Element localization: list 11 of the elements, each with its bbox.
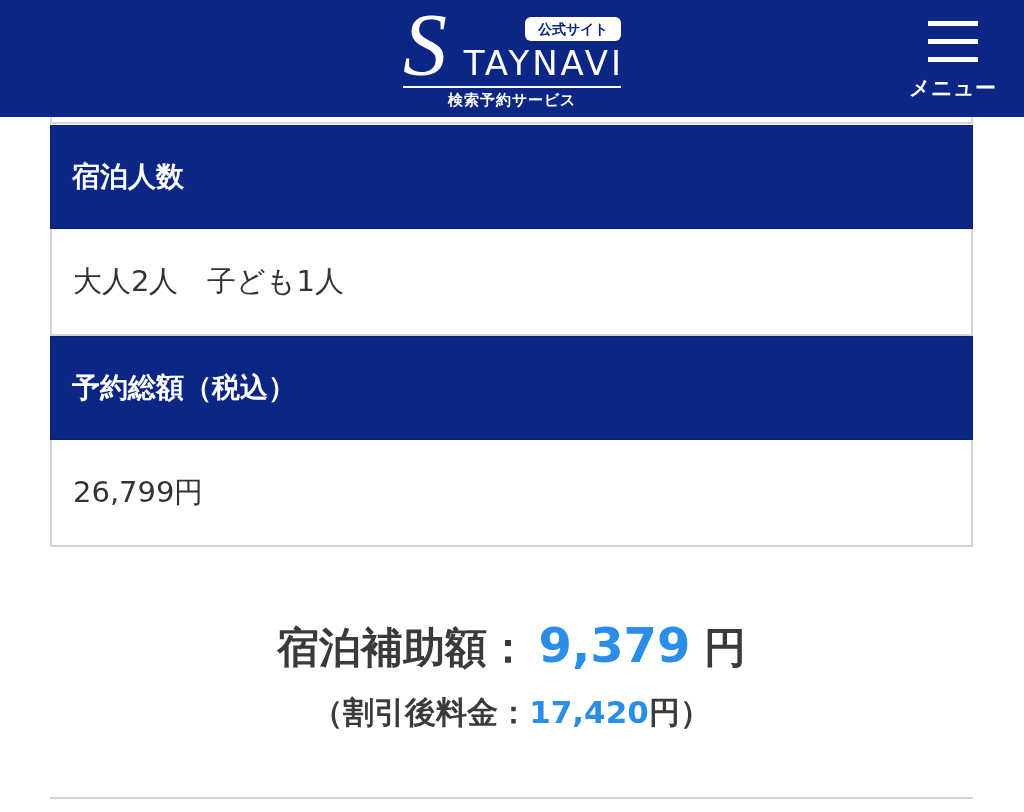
menu-button[interactable]: メニュー xyxy=(909,21,996,100)
menu-icon xyxy=(927,21,978,62)
section-value: 26,799円 xyxy=(50,440,973,547)
logo-tagline: 検索予約サービス xyxy=(447,89,577,111)
discounted-price-text: （割引後料金：17,420円） xyxy=(312,693,711,732)
section-value: 大人2人 子ども1人 xyxy=(50,229,973,336)
section-heading: 予約総額（税込） xyxy=(50,336,973,440)
subsidy-amount-text: 宿泊補助額： 9,379 円 xyxy=(276,616,747,675)
logo-wordmark: TAYNAVI xyxy=(463,43,624,82)
official-site-badge: 公式サイト xyxy=(525,16,621,41)
section-heading: 宿泊人数 xyxy=(50,125,973,229)
